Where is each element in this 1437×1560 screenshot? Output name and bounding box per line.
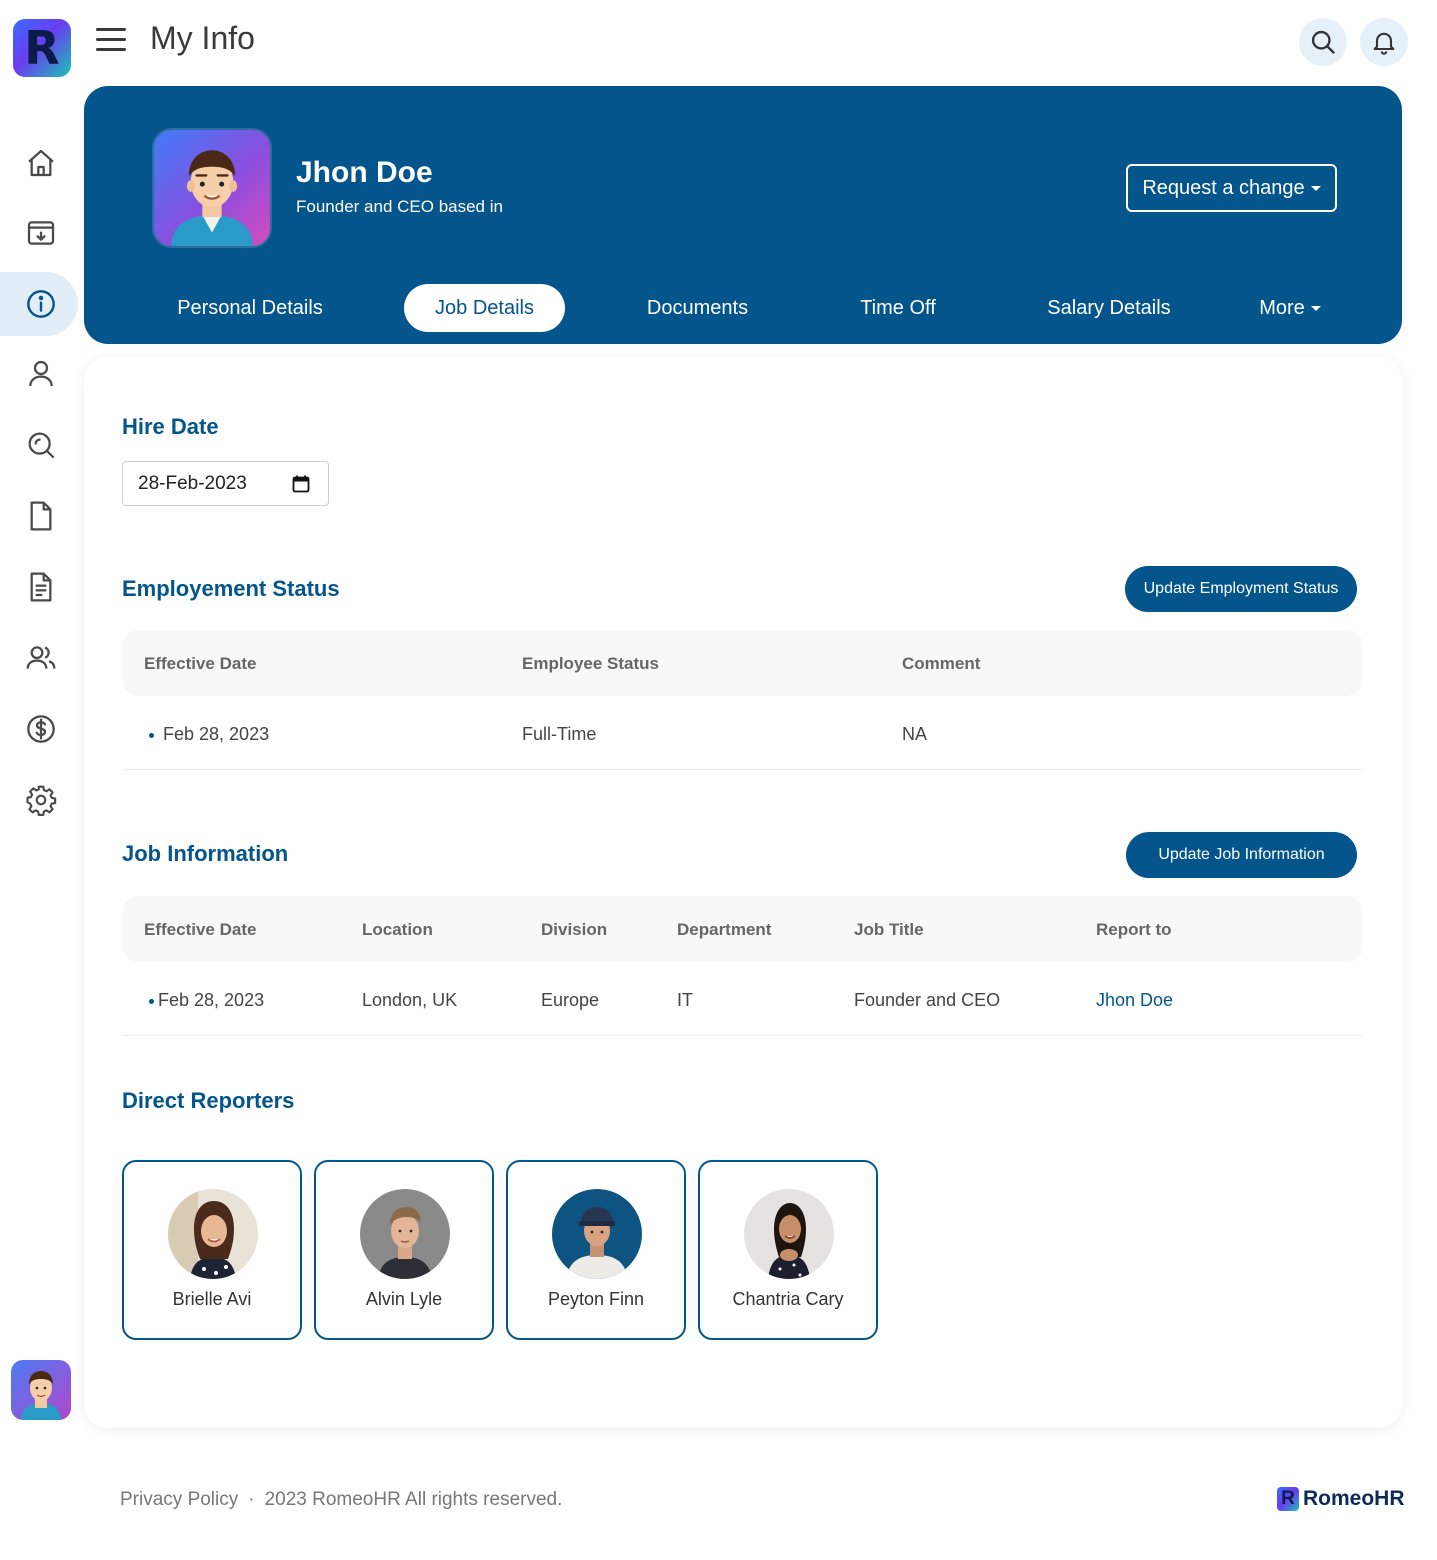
bullet-icon	[149, 998, 154, 1004]
column-header: Report to	[1096, 920, 1172, 939]
person-icon	[29, 360, 53, 387]
reporter-photo	[360, 1189, 450, 1279]
profile-subtitle: Founder and CEO based in	[296, 197, 503, 216]
hire-date-title: Hire Date	[122, 414, 219, 439]
calendar-icon[interactable]	[292, 475, 310, 493]
job-information-title: Job Information	[122, 841, 289, 866]
tab-job-details[interactable]: Job Details	[404, 284, 565, 332]
sidebar-item-search[interactable]	[0, 413, 78, 477]
update-employment-status-button[interactable]: Update Employment Status	[1125, 566, 1357, 612]
table-cell: Feb 28, 2023	[149, 990, 264, 1011]
employment-status-table-header: Effective Date Employee Status Comment	[122, 630, 1363, 696]
column-header: Job Title	[854, 920, 924, 939]
table-cell: NA	[902, 724, 928, 744]
column-header: Comment	[902, 654, 981, 673]
footer: Privacy Policy · 2023 RomeoHR All rights r…	[120, 1489, 562, 1511]
tab-more-label: More	[1259, 296, 1305, 319]
hire-date-value: 28-Feb-2023	[138, 472, 247, 494]
sidebar-item-home[interactable]	[0, 131, 78, 195]
logo-letter: R	[24, 21, 60, 75]
page-title: My Info	[150, 20, 255, 56]
column-header: Effective Date	[144, 654, 257, 673]
profile-name: Jhon Doe	[296, 156, 433, 189]
update-job-information-button[interactable]: Update Job Information	[1126, 832, 1357, 878]
gear-icon	[26, 785, 57, 816]
caret-down-icon	[1310, 185, 1321, 191]
reporter-card[interactable]: Alvin Lyle	[314, 1160, 494, 1340]
tab-time-off[interactable]: Time Off	[859, 284, 937, 332]
reporter-card[interactable]: Brielle Avi	[122, 1160, 302, 1340]
column-header: Location	[362, 920, 433, 939]
sidebar-item-payroll[interactable]	[0, 697, 78, 761]
table-cell: Europe	[541, 990, 600, 1010]
column-header: Department	[677, 920, 772, 939]
reporter-photo	[552, 1189, 642, 1279]
privacy-policy-link[interactable]: Privacy Policy	[120, 1489, 238, 1510]
bullet-icon	[149, 732, 154, 738]
reporter-name: Peyton Finn	[547, 1289, 645, 1309]
tab-more[interactable]: More	[1259, 284, 1321, 332]
table-row: Feb 28, 2023 London, UK Europe IT Founde…	[122, 964, 1363, 1036]
reporter-name: Brielle Avi	[172, 1289, 252, 1309]
file-icon	[30, 501, 52, 531]
inbox-download-icon	[27, 221, 55, 245]
sidebar-item-settings[interactable]	[0, 768, 78, 832]
home-icon	[28, 149, 54, 177]
footer-separator: ·	[248, 1489, 255, 1510]
table-cell: Full-Time	[522, 724, 597, 744]
brand-name: RomeoHR	[1303, 1487, 1405, 1510]
sidebar-item-inbox[interactable]	[0, 201, 78, 265]
info-icon	[27, 290, 55, 318]
team-icon	[26, 646, 56, 669]
column-header: Effective Date	[144, 920, 257, 939]
sidebar-item-document[interactable]	[0, 555, 78, 619]
reporter-photo	[744, 1189, 834, 1279]
profile-avatar	[152, 128, 272, 248]
hire-date-input[interactable]: 28-Feb-2023	[122, 461, 329, 506]
job-details-panel: Hire Date 28-Feb-2023 Employement Status…	[84, 357, 1402, 1428]
reporter-card[interactable]: Peyton Finn	[506, 1160, 686, 1340]
direct-reporters-title: Direct Reporters	[122, 1088, 295, 1113]
sidebar-item-file[interactable]	[0, 484, 78, 548]
sidebar-item-my-info[interactable]	[0, 272, 78, 336]
employment-status-title: Employement Status	[122, 576, 340, 601]
request-change-label: Request a change	[1142, 176, 1305, 199]
sidebar-item-team[interactable]	[0, 626, 78, 690]
column-header: Employee Status	[522, 654, 659, 673]
tab-salary-details[interactable]: Salary Details	[1047, 284, 1171, 332]
document-lines-icon	[30, 572, 52, 602]
bell-icon[interactable]	[1360, 18, 1408, 66]
sidebar-item-person[interactable]	[0, 342, 78, 406]
brand-mark: R	[1277, 1487, 1299, 1511]
reporter-name: Alvin Lyle	[365, 1289, 443, 1309]
brand-logo: R RomeoHR	[1277, 1487, 1405, 1511]
zoom-search-icon	[28, 432, 55, 459]
table-cell: Founder and CEO	[854, 990, 1001, 1010]
menu-icon[interactable]	[96, 28, 126, 54]
user-avatar[interactable]	[11, 1360, 71, 1420]
table-cell: IT	[677, 990, 693, 1010]
column-header: Division	[541, 920, 608, 939]
dollar-icon	[27, 715, 55, 743]
request-change-button[interactable]: Request a change	[1126, 164, 1337, 212]
caret-down-icon	[1310, 305, 1321, 311]
search-icon[interactable]	[1299, 18, 1347, 66]
reporter-name: Chantria Cary	[732, 1289, 844, 1309]
app-logo[interactable]: R	[13, 19, 71, 77]
reporter-card[interactable]: Chantria Cary	[698, 1160, 878, 1340]
copyright-text: 2023 RomeoHR All rights reserved.	[264, 1489, 563, 1510]
table-cell: Feb 28, 2023	[149, 724, 269, 745]
profile-header: Jhon Doe Founder and CEO based in Reques…	[84, 86, 1402, 344]
report-to-link[interactable]: Jhon Doe	[1096, 990, 1173, 1011]
table-cell: London, UK	[362, 990, 458, 1010]
table-row: Feb 28, 2023 Full-Time NA	[122, 698, 1363, 770]
tab-personal-details[interactable]: Personal Details	[177, 284, 323, 332]
reporter-photo	[168, 1189, 258, 1279]
tab-documents[interactable]: Documents	[646, 284, 749, 332]
job-information-table-header: Effective Date Location Division Departm…	[122, 896, 1363, 962]
